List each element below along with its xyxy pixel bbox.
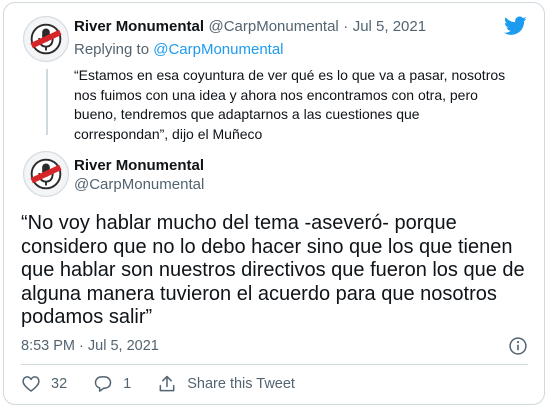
twitter-bird-icon[interactable] <box>504 16 527 36</box>
reply-button[interactable]: 1 <box>93 374 131 394</box>
heart-icon <box>22 376 40 392</box>
timestamp-separator: · <box>79 338 84 354</box>
main-author-avatar[interactable] <box>23 151 69 197</box>
parent-author-handle[interactable]: @CarpMonumental <box>208 18 338 35</box>
main-author-block: River Monumental @CarpMonumental <box>74 157 204 193</box>
parent-author-avatar[interactable] <box>23 16 69 62</box>
tweet-action-bar: 32 1 Share this Tweet <box>21 374 321 394</box>
header-separator: · <box>343 18 349 35</box>
share-label: Share this Tweet <box>187 376 295 392</box>
share-arrow-icon <box>159 375 175 392</box>
parent-author-name[interactable]: River Monumental <box>74 18 204 35</box>
actions-divider <box>21 364 528 365</box>
tweet-embed-card: River Monumental @CarpMonumental · Jul 5… <box>3 2 545 405</box>
main-author-handle[interactable]: @CarpMonumental <box>74 176 204 193</box>
thread-connector-line <box>46 69 48 135</box>
replying-to-label: Replying to <box>74 41 150 58</box>
main-tweet-text: “No voy hablar mucho del tema -aseveró- … <box>21 212 525 328</box>
reply-count: 1 <box>123 376 132 392</box>
replying-to-line: Replying to @CarpMonumental <box>74 41 284 58</box>
speech-bubble-icon <box>94 376 112 392</box>
tweet-date[interactable]: Jul 5, 2021 <box>88 338 159 354</box>
replying-to-handle-link[interactable]: @CarpMonumental <box>153 41 283 58</box>
tweet-time[interactable]: 8:53 PM <box>21 338 75 354</box>
info-circle-icon[interactable] <box>508 336 528 356</box>
main-author-name[interactable]: River Monumental <box>74 157 204 174</box>
parent-tweet-text: “Estamos en esa coyuntura de ver qué es … <box>74 67 506 142</box>
river-monumental-logo <box>24 17 68 61</box>
like-button[interactable]: 32 <box>21 374 67 394</box>
like-count: 32 <box>51 376 68 392</box>
river-monumental-logo <box>24 152 68 196</box>
parent-tweet-header: River Monumental @CarpMonumental · Jul 5… <box>74 18 426 36</box>
tweet-timestamp[interactable]: 8:53 PM · Jul 5, 2021 <box>21 338 159 354</box>
share-tweet-button[interactable]: Share this Tweet <box>157 374 295 394</box>
parent-tweet-date[interactable]: Jul 5, 2021 <box>353 18 426 35</box>
